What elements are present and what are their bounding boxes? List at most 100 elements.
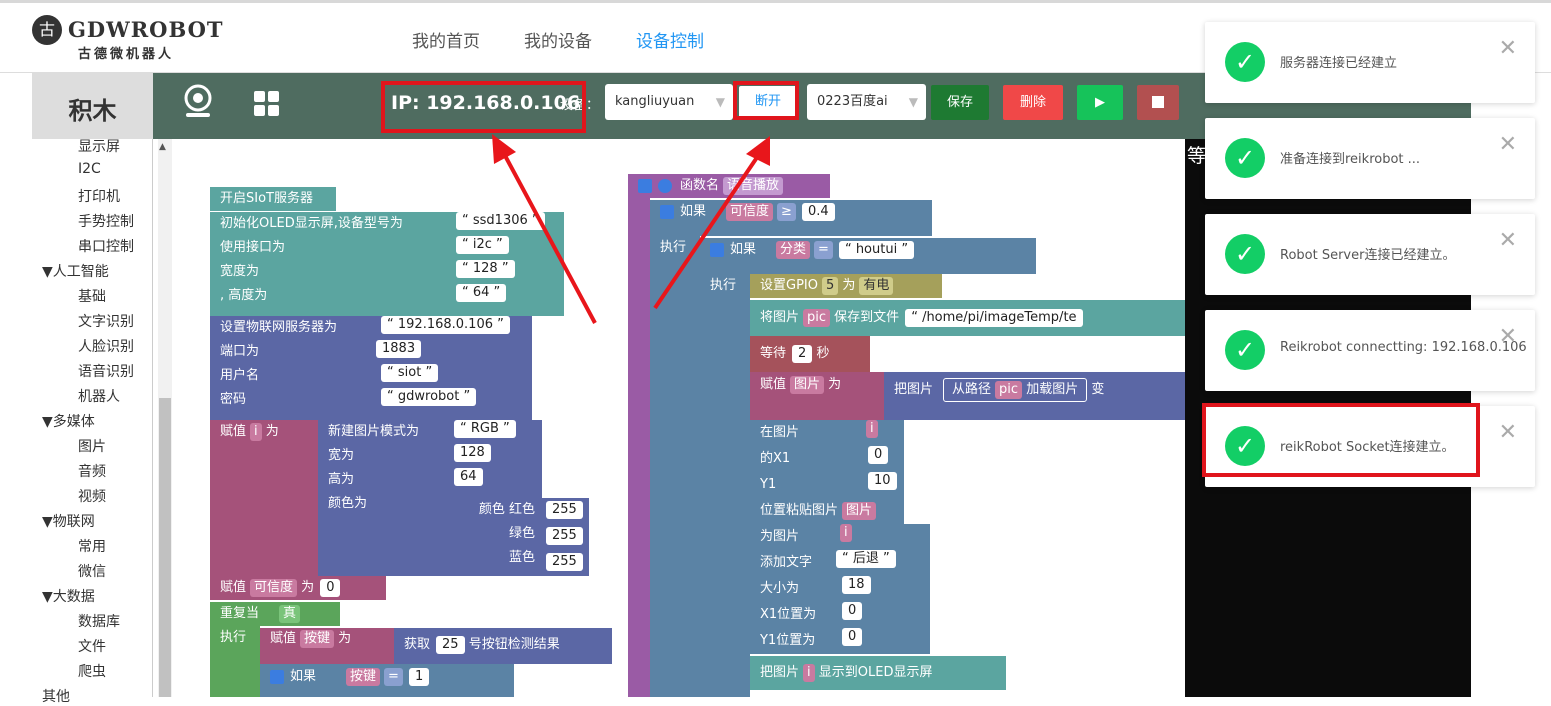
close-icon[interactable]: ✕: [1499, 324, 1517, 349]
block-paste-image[interactable]: 在图片 i 的X1 0 Y1 10 位置粘贴图片 图片: [750, 420, 904, 524]
green-value[interactable]: 255: [546, 527, 583, 545]
grid-icon[interactable]: [253, 90, 281, 125]
from-path-block[interactable]: 从路径 pic 加载图片: [943, 378, 1088, 402]
sidebar-item[interactable]: ▼人工智能: [42, 261, 109, 281]
y1-value[interactable]: 10: [868, 472, 897, 490]
sidebar-item[interactable]: 串口控制: [78, 236, 134, 256]
block-assign-img[interactable]: 赋值 图片 为: [750, 372, 884, 420]
x1-value[interactable]: 0: [868, 446, 889, 464]
block-iot-server[interactable]: 设置物联网服务器为 “ 192.168.0.106 ” 端口为 1883 用户名 “ …: [210, 316, 532, 420]
block-if-key[interactable]: 如果 按键 = 1: [260, 664, 514, 697]
block-repeat[interactable]: 重复当 真: [210, 602, 340, 626]
user-value[interactable]: “ siot ”: [381, 364, 439, 382]
nav-device-control[interactable]: 设备控制: [636, 27, 704, 52]
pic2-dropdown[interactable]: pic: [995, 381, 1023, 399]
sidebar-item[interactable]: ▼大数据: [42, 586, 95, 606]
key-var-dropdown[interactable]: 按键: [300, 630, 335, 648]
key-var2-dropdown[interactable]: 按键: [346, 668, 381, 686]
notification: ✓ 准备连接到reikrobot ... ✕: [1205, 118, 1535, 199]
sidebar-item[interactable]: 打印机: [78, 186, 120, 206]
true-dropdown[interactable]: 真: [279, 605, 301, 623]
sidebar-item[interactable]: 文字识别: [78, 311, 134, 331]
conf-threshold[interactable]: 0.4: [801, 203, 835, 221]
camera-icon[interactable]: [182, 84, 214, 125]
red-value[interactable]: 255: [546, 501, 583, 519]
on-i-dropdown[interactable]: i: [866, 420, 878, 438]
stop-button[interactable]: [1137, 85, 1179, 120]
sidebar-item[interactable]: 爬虫: [78, 661, 106, 681]
close-icon[interactable]: ✕: [1499, 228, 1517, 253]
paste-var-dropdown[interactable]: 图片: [842, 502, 877, 520]
block-assign-key[interactable]: 赋值 按键 为: [260, 628, 400, 664]
mode-value[interactable]: “ RGB ”: [454, 420, 516, 438]
wait-value[interactable]: 2: [792, 345, 813, 363]
nav-home[interactable]: 我的首页: [412, 27, 480, 52]
cat-var-dropdown[interactable]: 分类: [776, 241, 811, 259]
block-show-oled[interactable]: 把图片 i 显示到OLED显示屏: [750, 656, 1006, 690]
x1pos-value[interactable]: 0: [842, 602, 863, 620]
gear-icon[interactable]: [270, 669, 284, 684]
conf-value[interactable]: 0: [320, 579, 341, 597]
block-assign-i[interactable]: 赋值 i 为: [210, 420, 318, 576]
program-select[interactable]: 0223百度ai ▼: [807, 84, 926, 120]
houtui-value[interactable]: “ houtui ”: [838, 241, 915, 259]
w-value[interactable]: 128: [454, 444, 491, 462]
gpio-state-dropdown[interactable]: 有电: [859, 277, 894, 295]
sidebar-item[interactable]: 数据库: [78, 611, 120, 631]
one-value[interactable]: 1: [408, 668, 430, 686]
run-button[interactable]: ▶: [1077, 85, 1123, 120]
sidebar-item[interactable]: ▼多媒体: [42, 411, 95, 431]
sidebar-scroll-thumb[interactable]: [159, 398, 171, 697]
var-i-dropdown[interactable]: i: [250, 423, 262, 441]
eq2-dropdown[interactable]: =: [814, 241, 833, 259]
pwd-value[interactable]: “ gdwrobot ”: [381, 388, 477, 406]
sidebar-item[interactable]: 图片: [78, 436, 106, 456]
conf-var-dropdown[interactable]: 可信度: [250, 579, 298, 597]
pic-dropdown[interactable]: pic: [803, 309, 831, 327]
sidebar-item[interactable]: 其他: [42, 686, 70, 706]
block-get-button[interactable]: 获取 25 号按钮检测结果: [394, 628, 612, 664]
close-icon[interactable]: ✕: [1499, 420, 1517, 445]
port-value[interactable]: 1883: [376, 340, 422, 358]
sidebar-item[interactable]: 视频: [78, 486, 106, 506]
block-assign-conf[interactable]: 赋值 可信度 为0: [210, 576, 386, 600]
gpio-num-dropdown[interactable]: 5: [821, 277, 839, 295]
houtui-cn-value[interactable]: “ 后退 ”: [836, 550, 896, 568]
scroll-up-arrow-icon[interactable]: ▲: [159, 142, 166, 152]
show-i-dropdown[interactable]: i: [803, 664, 815, 682]
block-load-image[interactable]: 把图片 从路径 pic 加载图片 变: [884, 372, 1185, 420]
delete-button[interactable]: 删除: [1003, 85, 1063, 120]
block-add-text[interactable]: 为图片 i 添加文字 “ 后退 ” 大小为 18 X1位置为 0 Y1位置为 0: [750, 524, 930, 654]
blue-value[interactable]: 255: [546, 553, 583, 571]
sidebar-item[interactable]: 语音识别: [78, 361, 134, 381]
sidebar-item[interactable]: 基础: [78, 286, 106, 306]
block-wait[interactable]: 等待 2 秒: [750, 336, 870, 372]
block-siot[interactable]: 开启SIoT服务器: [210, 187, 336, 211]
path-value[interactable]: “ /home/pi/imageTemp/te: [905, 309, 1083, 327]
sidebar-item[interactable]: 手势控制: [78, 211, 134, 231]
nav-my-devices[interactable]: 我的设备: [524, 27, 592, 52]
size-value[interactable]: 18: [842, 576, 871, 594]
close-icon[interactable]: ✕: [1499, 132, 1517, 157]
disconnect-button[interactable]: 断开: [739, 86, 797, 118]
sidebar-item[interactable]: 文件: [78, 636, 106, 656]
sidebar-item[interactable]: 常用: [78, 536, 106, 556]
device-select[interactable]: kangliuyuan ▼: [605, 84, 733, 120]
h-value[interactable]: 64: [454, 468, 483, 486]
sidebar-item[interactable]: ▼物联网: [42, 511, 95, 531]
button-number[interactable]: 25: [436, 636, 465, 654]
img-var-dropdown[interactable]: 图片: [790, 376, 825, 394]
for-i-dropdown[interactable]: i: [840, 524, 852, 542]
sidebar-item[interactable]: 微信: [78, 561, 106, 581]
sidebar-item[interactable]: 人脸识别: [78, 336, 134, 356]
close-icon[interactable]: ✕: [1499, 36, 1517, 61]
y1pos-value[interactable]: 0: [842, 628, 863, 646]
sidebar-item[interactable]: 机器人: [78, 386, 120, 406]
img-as-label: 为: [828, 377, 842, 392]
block-save-image[interactable]: 将图片 pic 保存到文件 “ /home/pi/imageTemp/te: [750, 300, 1185, 336]
sidebar-item[interactable]: I2C: [78, 161, 101, 177]
sidebar-item[interactable]: 显示屏: [78, 136, 120, 156]
sidebar-item[interactable]: 音频: [78, 461, 106, 481]
eq-dropdown[interactable]: =: [384, 668, 403, 686]
save-button[interactable]: 保存: [931, 85, 989, 120]
